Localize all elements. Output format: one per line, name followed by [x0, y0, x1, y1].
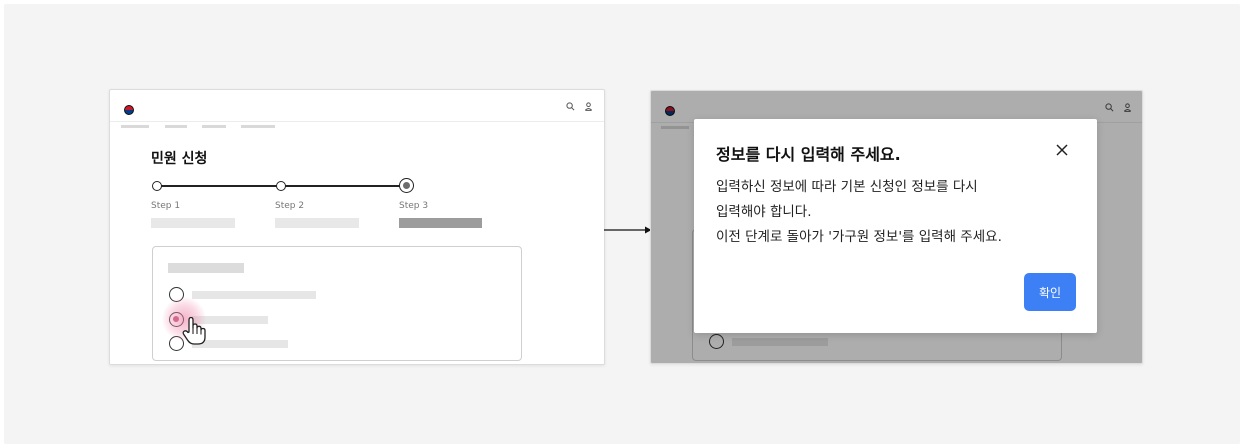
step-connector — [284, 185, 400, 187]
card-heading-placeholder — [168, 263, 244, 273]
dialog-message-line: 이전 단계로 돌아가 '가구원 정보'를 입력해 주세요. — [716, 229, 1002, 245]
dialog-title: 정보를 다시 입력해 주세요. — [716, 145, 901, 164]
step-3-desc-placeholder — [399, 218, 482, 228]
step-3-marker-current — [399, 178, 414, 193]
left-screen: 민원 신청 Step 1 Step 2 Step 3 — [109, 89, 605, 365]
error-dialog: 정보를 다시 입력해 주세요. 입력하신 정보에 따라 기본 신청인 정보를 다… — [694, 119, 1097, 333]
step-1-marker — [152, 181, 162, 191]
step-1-desc-placeholder — [151, 218, 235, 228]
close-icon[interactable] — [1055, 143, 1069, 157]
government-logo-icon — [124, 105, 134, 115]
confirm-button[interactable]: 확인 — [1024, 273, 1076, 311]
option-1-label-placeholder — [192, 291, 316, 299]
nav-item-placeholder[interactable] — [241, 125, 275, 128]
search-icon[interactable] — [566, 102, 575, 111]
step-connector — [155, 185, 277, 187]
step-2-label: Step 2 — [275, 201, 305, 211]
user-icon[interactable] — [584, 102, 593, 111]
nav-item-placeholder[interactable] — [121, 125, 149, 128]
step-3-label: Step 3 — [399, 201, 429, 211]
header-bar — [110, 90, 604, 122]
right-arrow-icon — [604, 226, 652, 234]
hand-pointer-icon — [182, 316, 206, 345]
step-2-desc-placeholder — [275, 218, 359, 228]
dialog-message-line: 입력해야 합니다. — [716, 204, 812, 220]
step-2-marker — [276, 181, 286, 191]
nav-item-placeholder[interactable] — [165, 125, 187, 128]
nav-item-placeholder[interactable] — [202, 125, 226, 128]
dialog-message: 입력하신 정보에 따라 기본 신청인 정보를 다시 입력해야 합니다. 이전 단… — [716, 175, 1002, 250]
dialog-message-line: 입력하신 정보에 따라 기본 신청인 정보를 다시 — [716, 179, 978, 195]
page-title: 민원 신청 — [151, 151, 208, 167]
step-1-label: Step 1 — [151, 201, 181, 211]
